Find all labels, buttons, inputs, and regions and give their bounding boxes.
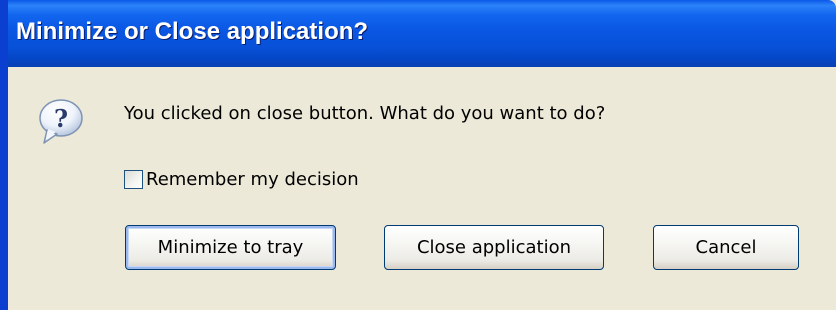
checkbox-box[interactable] [124,170,143,189]
close-application-button[interactable]: Close application [384,225,604,270]
dialog-window: Minimize or Close application? ? You cli… [0,0,836,310]
question-bubble-icon: ? [39,99,83,144]
cancel-button[interactable]: Cancel [653,225,799,270]
dialog-message: You clicked on close button. What do you… [124,103,606,124]
remember-decision-label[interactable]: Remember my decision [146,169,359,190]
title-bar[interactable]: Minimize or Close application? [8,0,836,67]
dialog-body: ? You clicked on close button. What do y… [8,67,836,310]
svg-text:?: ? [54,104,68,133]
remember-decision-checkbox[interactable]: Remember my decision [124,169,359,190]
dialog-title: Minimize or Close application? [16,18,369,45]
minimize-to-tray-button[interactable]: Minimize to tray [125,225,336,270]
